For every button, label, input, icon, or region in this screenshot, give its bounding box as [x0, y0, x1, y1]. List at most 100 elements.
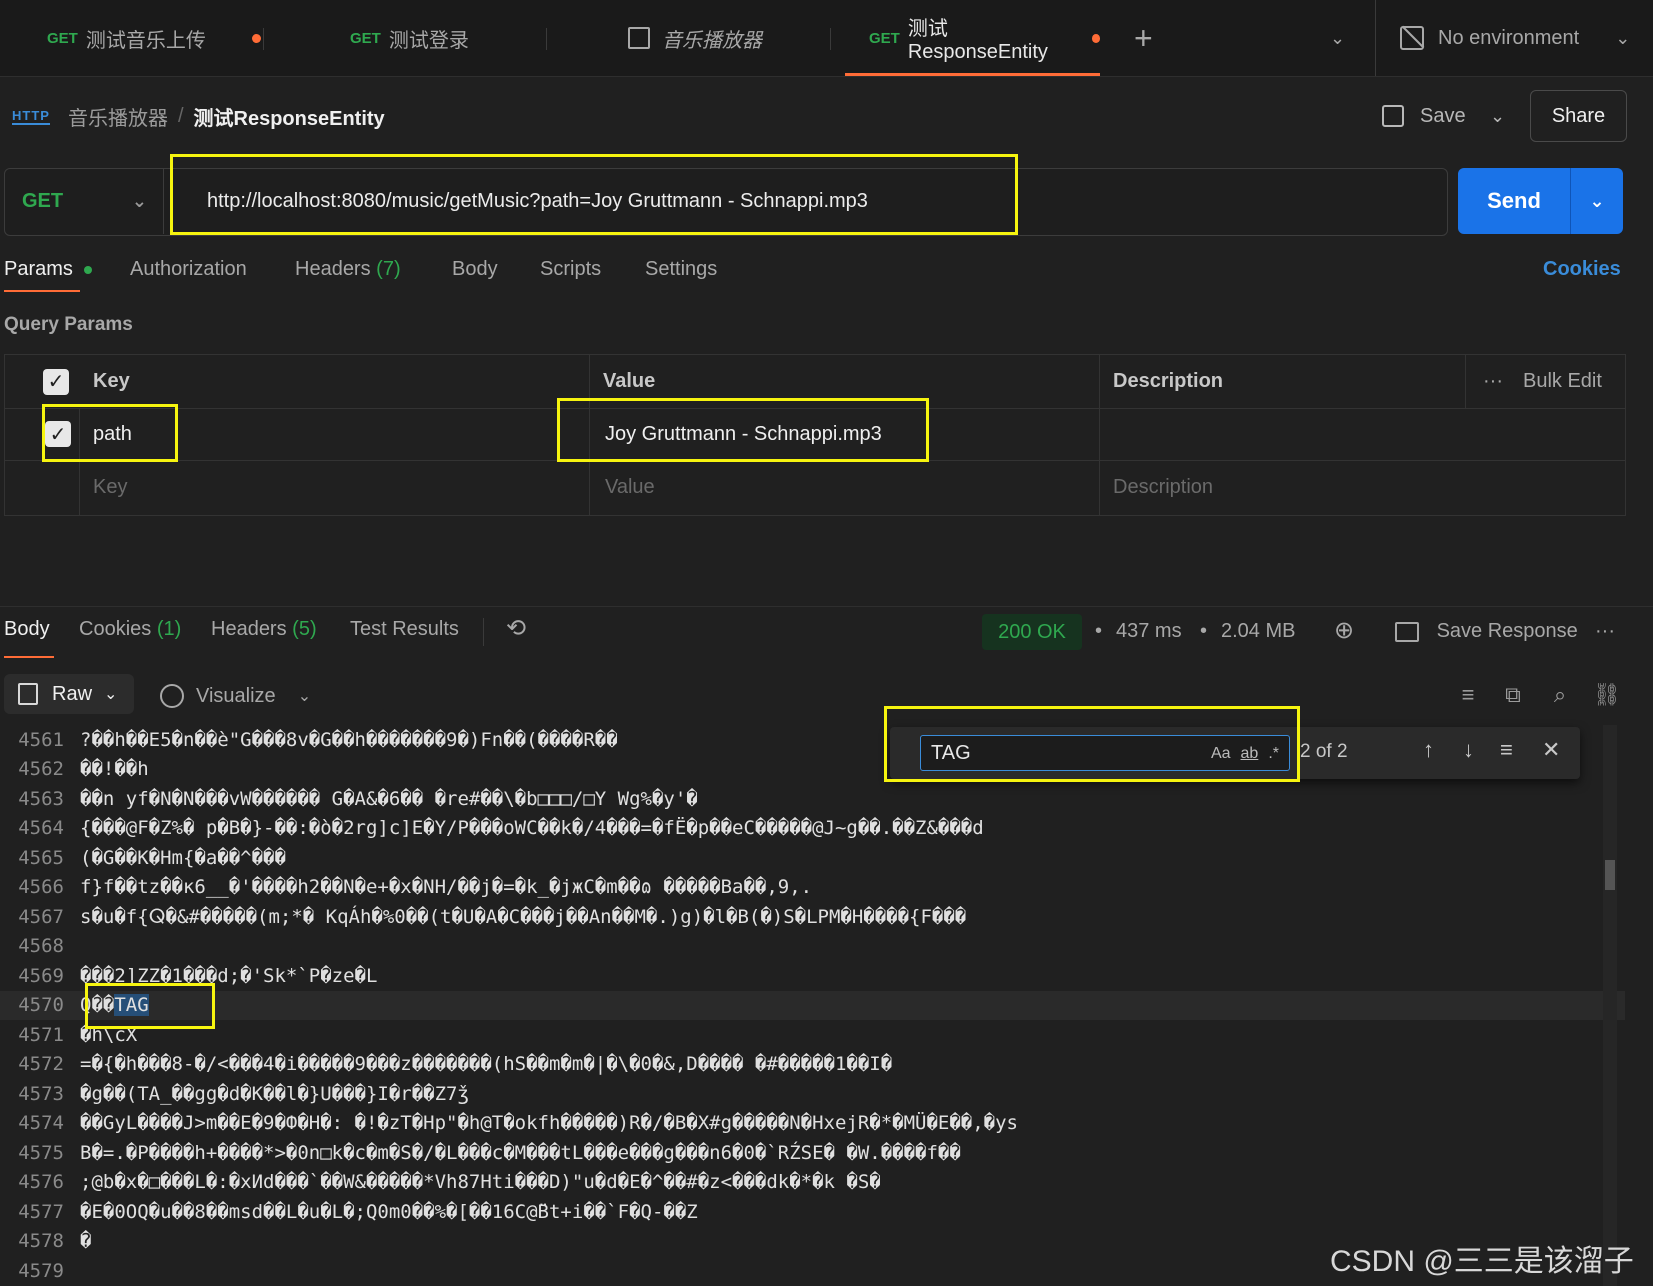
line-content: ��n yf�N�N���vW������ G�A&�6�� �re#��\�b…: [80, 787, 698, 810]
highlight-box: [42, 404, 178, 462]
highlight-box: [884, 706, 1300, 782]
new-value-input[interactable]: Value: [605, 460, 655, 515]
next-match-arrow-icon[interactable]: ↓: [1463, 737, 1474, 763]
line-number: 4573: [18, 1082, 64, 1105]
wrap-lines-icon[interactable]: ≡: [1453, 680, 1483, 710]
response-tab-body[interactable]: Body: [4, 618, 50, 641]
response-more-icon[interactable]: ···: [1595, 620, 1615, 643]
line-content: =�{�h���8-�/<���4�i�����9���z�������(hS�…: [80, 1053, 893, 1075]
tabs-overflow-chevron-icon[interactable]: ⌄: [1330, 0, 1345, 76]
save-label: Save: [1420, 104, 1466, 127]
response-tab-cookies[interactable]: Cookies (1): [79, 618, 181, 641]
tab-params[interactable]: Params: [4, 258, 93, 281]
find-in-selection-icon[interactable]: ≡: [1500, 737, 1513, 763]
code-line: 4570 Q�� TAG: [0, 990, 1625, 1020]
tab-upload-test[interactable]: GET 测试音乐上传: [47, 0, 261, 76]
column-key: Key: [93, 370, 130, 392]
tab-authorization[interactable]: Authorization: [130, 258, 247, 281]
no-environment-icon: [1400, 25, 1425, 50]
close-find-icon[interactable]: ✕: [1542, 737, 1560, 763]
tab-scripts[interactable]: Scripts: [540, 258, 601, 281]
visualize-button[interactable]: Visualize ⌄: [160, 678, 311, 714]
search-icon[interactable]: ⌕: [1545, 680, 1575, 710]
code-line: 4563 ��n yf�N�N���vW������ G�A&�6�� �re#�…: [0, 784, 1625, 813]
method-select[interactable]: GET ⌄: [4, 168, 164, 234]
code-line: 4566 f}f��tz��ĸ6__�'����h2��N�e+�x�NH/��j…: [0, 873, 1625, 902]
breadcrumb-separator: /: [177, 104, 184, 127]
environment-selector[interactable]: No environment ⌄: [1400, 0, 1630, 76]
line-content: s�u�f{ⵕ�&#�����(m;*� KqÁh�%0��(t�U�A�C��…: [80, 905, 967, 928]
response-size: 2.04 MB: [1221, 620, 1296, 642]
response-tab-headers[interactable]: Headers (5): [211, 618, 317, 641]
line-number: 4564: [18, 817, 64, 839]
highlight-box: [557, 398, 929, 462]
code-line: 4569 ���2]ZZ�1���d;�'Sk*`P�ze�L: [0, 961, 1625, 990]
query-params-title: Query Params: [4, 314, 133, 335]
http-icon: HTTP: [12, 107, 50, 125]
separator-dot-icon: •: [1200, 620, 1208, 642]
history-icon[interactable]: ⟲: [506, 614, 526, 643]
format-select[interactable]: Raw ⌄: [4, 674, 134, 714]
line-content: {���@F�Z%� p�B�}-��:�ò�2rg]c]E�Y/P���oWC…: [80, 817, 984, 839]
line-number: 4571: [18, 1023, 64, 1046]
scrollbar[interactable]: [1603, 725, 1617, 1286]
line-number: 4576: [18, 1171, 64, 1193]
tab-params-label: Params: [4, 258, 73, 280]
line-number: 4563: [18, 787, 64, 810]
code-line: 4573 �g��(TA_��gg�d�K��l�}U���}I�r��Z7ǯ: [0, 1079, 1625, 1108]
cookies-link[interactable]: Cookies: [1543, 258, 1621, 281]
save-response-button[interactable]: Save Response: [1395, 620, 1578, 643]
share-button[interactable]: Share: [1530, 90, 1627, 142]
line-content: �: [80, 1230, 92, 1252]
bulk-edit-button[interactable]: Bulk Edit: [1523, 355, 1602, 408]
code-line: 4572 =�{�h���8-�/<���4�i�����9���z�������…: [0, 1050, 1625, 1079]
select-all-checkbox[interactable]: ✓: [43, 368, 69, 395]
line-number: 4566: [18, 876, 64, 898]
tab-label: 测试登录: [388, 29, 469, 52]
send-options-chevron-icon[interactable]: ⌄: [1571, 168, 1623, 234]
new-key-input[interactable]: Key: [93, 460, 127, 515]
breadcrumb-parent[interactable]: 音乐播放器: [68, 102, 168, 131]
tab-label: 测试ResponseEntity: [907, 18, 1048, 63]
visualize-label: Visualize: [196, 684, 276, 707]
tab-headers[interactable]: Headers (7): [295, 258, 401, 281]
line-number: 4578: [18, 1230, 64, 1252]
tab-headers-label: Headers: [295, 258, 371, 280]
send-button[interactable]: Send ⌄: [1458, 168, 1623, 234]
link-icon[interactable]: ⛓: [1592, 680, 1622, 710]
column-description: Description: [1113, 370, 1224, 392]
new-tab-plus-icon[interactable]: +: [1134, 0, 1153, 76]
save-options-chevron-icon[interactable]: ⌄: [1490, 96, 1505, 136]
new-description-input[interactable]: Description: [1113, 460, 1213, 515]
response-tab-tests[interactable]: Test Results: [350, 618, 459, 641]
save-button[interactable]: Save: [1382, 96, 1466, 136]
tab-method: GET: [869, 29, 900, 47]
tab-settings[interactable]: Settings: [645, 258, 717, 281]
code-line: 4576 ;@b�x�□���L�:�xИd���`��W&�����*Vh87H…: [0, 1168, 1625, 1197]
copy-icon[interactable]: ⧉: [1498, 680, 1528, 710]
tab-music-player[interactable]: 音乐播放器: [628, 0, 762, 76]
params-active-dot-icon: [84, 265, 93, 274]
tab-responseentity-test[interactable]: GET 测试ResponseEntity: [845, 0, 1100, 76]
collection-icon: [628, 27, 650, 49]
globe-icon[interactable]: ⊕: [1334, 616, 1354, 645]
line-number: 4579: [18, 1259, 64, 1282]
page-title: 测试ResponseEntity: [193, 107, 385, 130]
response-body-code[interactable]: 4561 ?��h��E5�n��è"G���8v�G��h�������9�)F…: [0, 725, 1625, 1286]
more-options-icon[interactable]: ···: [1483, 355, 1503, 408]
save-response-icon: [1395, 621, 1419, 642]
tab-login-test[interactable]: GET 测试登录: [350, 0, 469, 76]
line-number: 4568: [18, 935, 64, 957]
raw-doc-icon: [18, 683, 38, 705]
line-content: B�=.�P����h+����*>�0n□k�c�m�S�/�L���c�M�…: [80, 1141, 961, 1164]
scrollbar-thumb[interactable]: [1605, 860, 1615, 890]
unsaved-dot-icon: [1091, 33, 1100, 43]
tab-bar: GET 测试音乐上传 GET 测试登录 音乐播放器 GET 测试Response…: [0, 0, 1653, 77]
previous-match-arrow-icon[interactable]: ↑: [1423, 737, 1434, 763]
tab-body[interactable]: Body: [452, 258, 498, 281]
line-content: ��GyL����J>m��E�9�Ф�H�: �!�zT�Hp"�h@T�ok…: [80, 1112, 1018, 1134]
watermark: CSDN @三三是该溜子: [1330, 1245, 1634, 1278]
line-number: 4574: [18, 1112, 64, 1134]
highlight-box: [170, 154, 1018, 235]
save-response-label: Save Response: [1436, 620, 1578, 642]
